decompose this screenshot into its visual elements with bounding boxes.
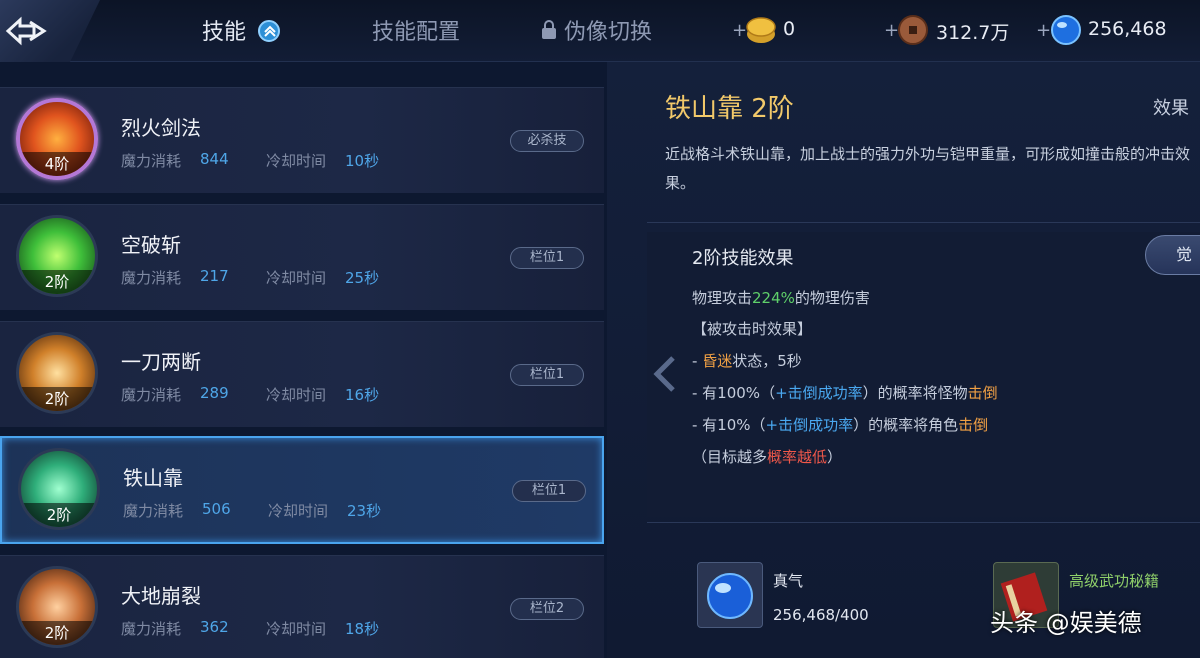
- chevron-left-icon[interactable]: [651, 354, 677, 394]
- top-bar: 技能 技能配置 伪像切换 + 0 + 312.7万 + 256,468: [0, 0, 1200, 62]
- back-arrow-icon: [5, 16, 47, 46]
- mana-value: 217: [200, 267, 229, 285]
- ultimate-tag[interactable]: 必杀技: [510, 130, 584, 152]
- rank-badge: 2阶: [19, 387, 95, 411]
- effect-title: 2阶技能效果: [692, 248, 794, 269]
- blue-gem-icon: [1051, 15, 1081, 45]
- mana-label: 魔力消耗: [121, 386, 182, 404]
- mana-value: 362: [200, 618, 229, 636]
- cooldown-value: 23秒: [347, 502, 382, 520]
- skill-row-1[interactable]: 4阶 烈火剑法 魔力消耗 844 冷却时间 10秒 必杀技: [0, 87, 604, 193]
- awaken-button[interactable]: 觉: [1145, 235, 1200, 275]
- skill-detail-panel: 铁山靠 2阶 效果 近战格斗术铁山靠，加上战士的强力外功与铠甲重量，可形成如撞击…: [607, 62, 1200, 658]
- skill-row-5[interactable]: 2阶 大地崩裂 魔力消耗 362 冷却时间 18秒 栏位2: [0, 555, 604, 658]
- cooldown-label: 冷却时间: [266, 152, 327, 170]
- book-name: 高级武功秘籍: [1069, 572, 1160, 590]
- skill-row-3[interactable]: 2阶 一刀两断 魔力消耗 289 冷却时间 16秒 栏位1: [0, 321, 604, 427]
- slot-tag[interactable]: 栏位1: [510, 364, 584, 386]
- tab-disguise-switch[interactable]: 伪像切换: [564, 14, 652, 46]
- skill-row-4-selected[interactable]: 2阶 铁山靠 魔力消耗 506 冷却时间 23秒 栏位1: [0, 436, 604, 544]
- skill-description: 近战格斗术铁山靠，加上战士的强力外功与铠甲重量，可形成如撞击般的冲击效果。: [665, 145, 1191, 192]
- mana-label: 魔力消耗: [123, 502, 184, 520]
- effect-line-header: 【被攻击时效果】: [692, 320, 813, 338]
- rank-badge: 2阶: [21, 503, 97, 527]
- watermark: 头条 @娱美德: [990, 609, 1142, 637]
- cooldown-label: 冷却时间: [266, 386, 327, 404]
- mana-label: 魔力消耗: [121, 269, 182, 287]
- mana-value: 506: [202, 500, 231, 518]
- back-button[interactable]: [0, 0, 100, 62]
- mana-label: 魔力消耗: [121, 620, 182, 638]
- skill-name: 空破斩: [121, 233, 181, 257]
- rank-badge: 2阶: [19, 270, 95, 294]
- tab-effect[interactable]: 效果: [1153, 94, 1189, 120]
- skill-row-2[interactable]: 2阶 空破斩 魔力消耗 217 冷却时间 25秒 栏位1: [0, 204, 604, 310]
- skill-name: 烈火剑法: [121, 116, 201, 140]
- resource-slot[interactable]: [697, 562, 763, 628]
- slot-tag[interactable]: 栏位1: [510, 247, 584, 269]
- effect-line-damage: 物理攻击224%的物理伤害: [692, 289, 870, 307]
- detail-title: 铁山靠 2阶: [665, 94, 794, 124]
- expand-badge-icon[interactable]: [258, 20, 280, 42]
- cooldown-value: 25秒: [345, 269, 380, 287]
- orange-slash-icon: 2阶: [16, 332, 98, 414]
- gold-value: 0: [783, 18, 796, 40]
- cooldown-label: 冷却时间: [266, 620, 327, 638]
- cooldown-label: 冷却时间: [268, 502, 329, 520]
- lock-icon: [542, 20, 556, 39]
- tab-skills[interactable]: 技能: [202, 14, 246, 46]
- cooldown-value: 10秒: [345, 152, 380, 170]
- skill-name: 一刀两断: [121, 350, 201, 374]
- rank-badge: 4阶: [20, 152, 94, 176]
- effect-box: [647, 232, 1200, 517]
- cooldown-label: 冷却时间: [266, 269, 327, 287]
- effect-line-knockdown-monster: - 有100%（+击倒成功率）的概率将怪物击倒: [692, 384, 998, 402]
- copper-value: 312.7万: [936, 22, 1010, 44]
- skill-name: 铁山靠: [123, 466, 183, 490]
- copper-coin-icon: [898, 15, 928, 45]
- effect-line-note: （目标越多概率越低）: [692, 448, 843, 466]
- skill-name: 大地崩裂: [121, 584, 201, 608]
- resource-count: 256,468/400: [773, 606, 869, 624]
- cooldown-value: 18秒: [345, 620, 380, 638]
- slot-tag[interactable]: 栏位1: [512, 480, 586, 502]
- mana-label: 魔力消耗: [121, 152, 182, 170]
- cooldown-value: 16秒: [345, 386, 380, 404]
- divider: [647, 522, 1200, 523]
- effect-line-stun: - 昏迷状态，5秒: [692, 352, 802, 370]
- earth-crack-icon: 2阶: [16, 566, 98, 648]
- fire-dragon-icon: 4阶: [16, 98, 98, 180]
- divider: [647, 222, 1200, 223]
- effect-line-knockdown-player: - 有10%（+击倒成功率）的概率将角色击倒: [692, 416, 989, 434]
- gem-value: 256,468: [1088, 18, 1167, 40]
- slot-tag[interactable]: 栏位2: [510, 598, 584, 620]
- rank-badge: 2阶: [19, 621, 95, 645]
- green-slash-icon: 2阶: [16, 215, 98, 297]
- blue-orb-icon: [707, 573, 753, 619]
- mana-value: 289: [200, 384, 229, 402]
- mana-value: 844: [200, 150, 229, 168]
- green-warrior-icon: 2阶: [18, 448, 100, 530]
- resource-name: 真气: [773, 572, 804, 590]
- gold-coin-icon: [746, 17, 776, 43]
- tab-skill-config[interactable]: 技能配置: [372, 14, 460, 46]
